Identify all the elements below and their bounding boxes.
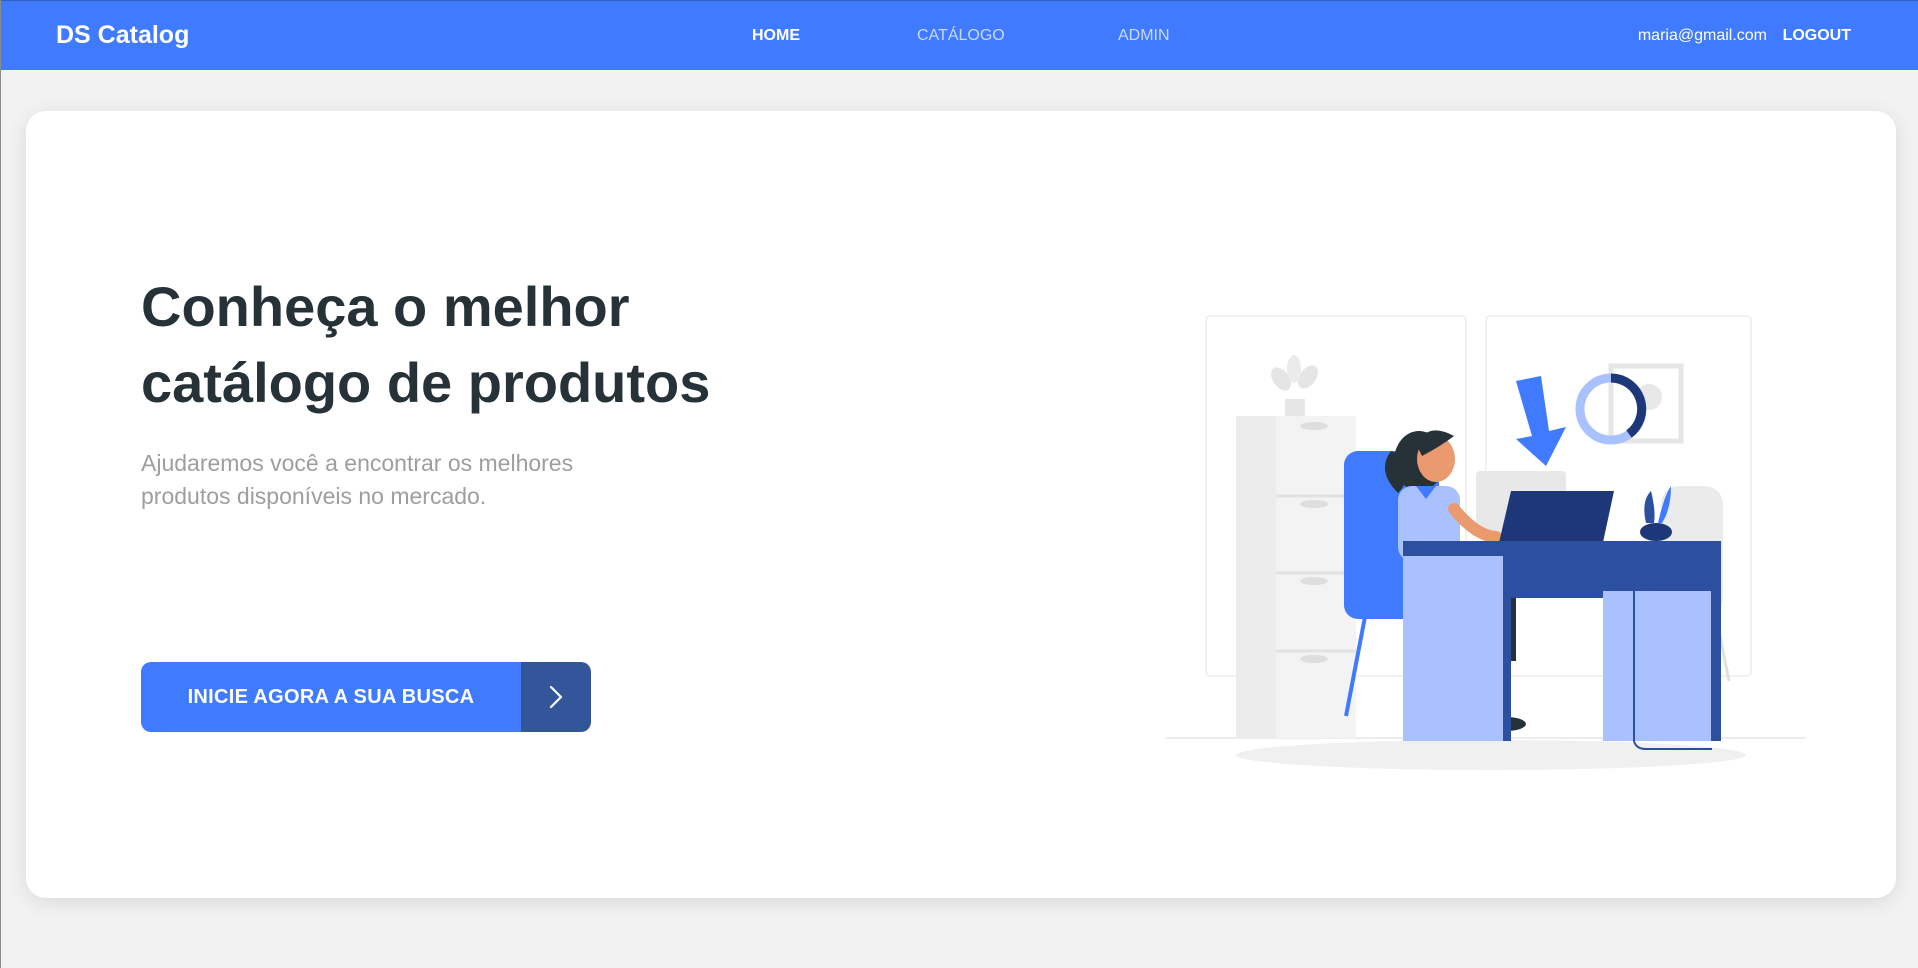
hero-subtitle: Ajudaremos você a encontrar os melhores … — [141, 450, 574, 509]
user-email: maria@gmail.com — [1637, 27, 1767, 44]
chevron-right-icon — [549, 685, 563, 709]
logout-link[interactable]: LOGOUT — [1783, 27, 1851, 45]
start-search-button[interactable]: INICIE AGORA A SUA BUSCA — [141, 662, 591, 732]
navbar: DS Catalog HOME CATÁLOGO ADMIN maria@gma… — [1, 0, 1918, 70]
main-nav: HOME CATÁLOGO ADMIN — [1, 27, 1918, 51]
hero-title: Conheça o melhor catálogo de produtos — [141, 275, 711, 414]
cta-icon-box — [521, 662, 591, 732]
home-card: Conheça o melhor catálogo de produtos Aj… — [26, 111, 1896, 898]
nav-link-admin[interactable]: ADMIN — [1118, 27, 1170, 45]
nav-link-catalog[interactable]: CATÁLOGO — [917, 27, 1005, 45]
nav-link-home[interactable]: HOME — [752, 27, 800, 45]
start-search-label: INICIE AGORA A SUA BUSCA — [141, 662, 521, 732]
woman-working-at-laptop-illustration — [1166, 315, 1806, 770]
